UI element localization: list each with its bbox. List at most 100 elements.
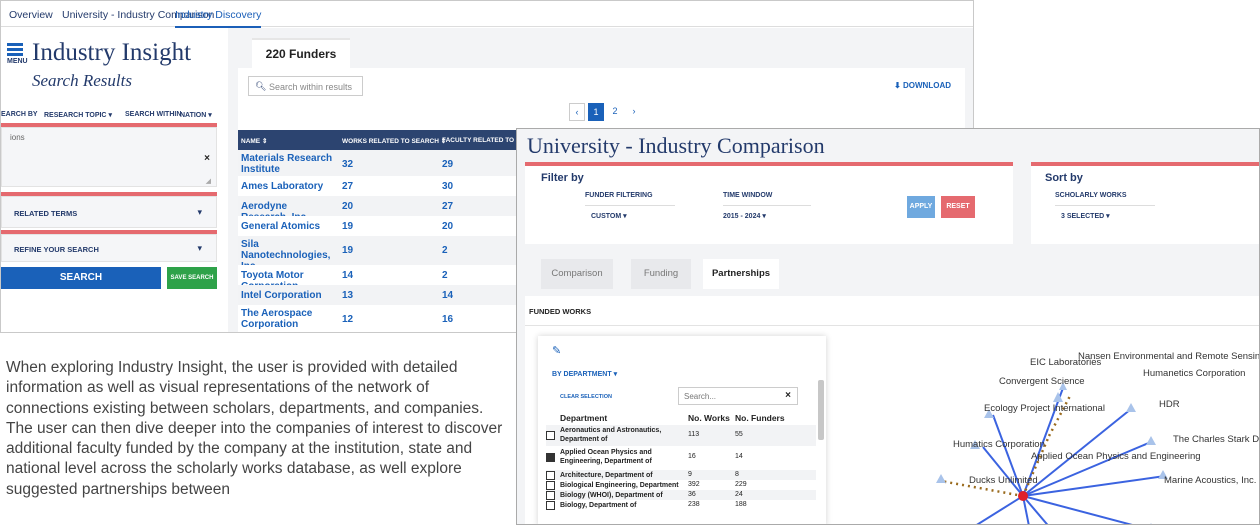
download-button[interactable]: ⬇ DOWNLOAD [894,81,951,90]
search-within-select[interactable]: NATION ▾ [180,111,212,119]
chevron-down-icon: ▾ [762,213,766,220]
faculty-count: 2 [442,245,448,256]
chevron-left-icon: ‹ [575,107,579,117]
prev-page-button[interactable]: ‹ [569,103,585,121]
works-count: 20 [342,201,354,212]
tab-comparison[interactable]: Comparison [541,259,613,289]
search-within-results-input[interactable]: 🔍︎ Search within results [248,76,363,96]
department-works: 36 [688,491,696,498]
funder-filtering-value: CUSTOM [591,213,622,220]
page-2-button[interactable]: 2 [607,103,623,121]
sort-box: Sort by SCHOLARLY WORKS 3 SELECTED ▾ [1031,162,1259,244]
chevron-down-icon: ▾ [197,207,202,217]
time-window-label: TIME WINDOW [723,192,773,199]
center-node[interactable] [1018,491,1028,501]
page-1-button[interactable]: 1 [588,103,604,121]
nav-overview[interactable]: Overview [9,9,53,21]
scholarly-works-value: 3 SELECTED [1061,213,1105,220]
search-results-heading: Search Results [32,71,132,90]
search-button[interactable]: SEARCH [1,267,161,289]
chevron-right-icon: › [632,106,636,116]
menu-icon[interactable] [7,43,23,56]
funder-name-link[interactable]: General Atomics [241,221,337,232]
related-terms-toggle[interactable]: RELATED TERMS ▾ [1,196,217,228]
scholarly-works-select[interactable]: 3 SELECTED ▾ [1061,212,1110,220]
scrollbar[interactable] [818,380,824,440]
nav-industry-discovery[interactable]: Industry Discovery [175,9,262,28]
funder-name-link[interactable]: Ames Laboratory [241,181,337,192]
works-count: 32 [342,159,354,170]
works-count: 19 [342,245,354,256]
department-checkbox[interactable] [546,481,555,490]
funder-name-link[interactable]: The Aerospace Corporation [241,308,337,330]
chevron-down-icon: ▾ [1106,213,1110,220]
related-terms-label: RELATED TERMS [14,209,78,218]
col-works[interactable]: WORKS RELATED TO SEARCH ⇕ [342,137,446,145]
node-triangle[interactable] [936,474,946,483]
time-window-select[interactable]: 2015 - 2024 ▾ [723,212,766,220]
department-works: 113 [688,431,700,438]
node-label: Applied Ocean Physics and Engineering [1031,451,1201,462]
department-name: Aeronautics and Astronautics, Department… [560,427,662,443]
download-label: DOWNLOAD [903,81,951,90]
close-icon[interactable]: × [204,153,210,164]
node-label: Nansen Environmental and Remote Sensing … [1078,351,1260,362]
top-nav: Overview University - Industry Compariso… [1,1,973,28]
comparison-window: University - Industry Comparison Filter … [516,128,1260,525]
page-title: University - Industry Comparison [527,133,825,158]
pin-icon[interactable]: ✎ [552,344,561,357]
by-department-select[interactable]: BY DEPARTMENT ▾ [552,370,617,378]
chevron-down-icon: ▾ [208,112,212,119]
works-count: 12 [342,314,354,325]
tab-funding[interactable]: Funding [631,259,691,289]
menu-label: MENU [7,58,28,65]
col-name[interactable]: NAME ⇕ [241,137,267,145]
funder-filtering-label: FUNDER FILTERING [585,192,653,199]
department-name: Architecture, Department of [560,472,653,479]
apply-button[interactable]: APPLY [907,196,935,218]
funder-name-link[interactable]: Intel Corporation [241,290,337,301]
department-checkbox[interactable] [546,471,555,480]
department-row[interactable]: Aeronautics and Astronautics, Department… [546,425,816,446]
search-by-select[interactable]: RESEARCH TOPIC ▾ [44,111,112,119]
department-checkbox[interactable] [546,453,555,462]
reset-button[interactable]: RESET [941,196,975,218]
node-label: Humanetics Corporation [1143,368,1246,379]
department-row[interactable]: Applied Ocean Physics and Engineering, D… [546,447,816,468]
node-triangle[interactable] [1126,403,1136,412]
department-works: 392 [688,481,700,488]
tab-funders[interactable]: 220 Funders [252,38,350,68]
download-icon: ⬇ [894,81,901,90]
department-funders: 8 [735,471,739,478]
faculty-count: 29 [442,159,454,170]
department-search-input[interactable]: Search... × [678,387,798,405]
department-checkbox[interactable] [546,491,555,500]
funder-filtering-select[interactable]: CUSTOM ▾ [591,212,627,220]
close-icon[interactable]: × [785,390,791,401]
department-checkbox[interactable] [546,501,555,510]
node-label: Humatics Corporation [953,439,1045,450]
department-funders: 14 [735,453,743,460]
works-count: 19 [342,221,354,232]
tab-partnerships[interactable]: Partnerships [703,259,779,289]
refine-search-toggle[interactable]: REFINE YOUR SEARCH ▾ [1,234,217,262]
save-search-button[interactable]: SAVE SEARCH [167,267,217,289]
col-no-works: No. Works [688,413,730,423]
funder-name-link[interactable]: Materials Research Institute [241,153,337,175]
department-checkbox[interactable] [546,431,555,440]
node-triangle[interactable] [1146,436,1156,445]
next-page-button[interactable]: › [626,103,642,121]
node-label: Convergent Science [999,376,1085,387]
query-text: ions [10,133,25,142]
clear-selection-link[interactable]: CLEAR SELECTION [560,394,612,400]
faculty-count: 30 [442,181,454,192]
divider [585,205,675,206]
query-textarea[interactable]: ions × ◢ [1,127,217,187]
resize-handle-icon[interactable]: ◢ [206,177,211,185]
department-row[interactable]: Biology, Department of 238 188 [546,500,816,511]
chevron-down-icon: ▾ [197,243,202,253]
filter-by-heading: Filter by [541,172,584,184]
sort-by-heading: Sort by [1045,172,1083,184]
search-icon: 🔍︎ [255,81,267,91]
department-works: 238 [688,501,700,508]
